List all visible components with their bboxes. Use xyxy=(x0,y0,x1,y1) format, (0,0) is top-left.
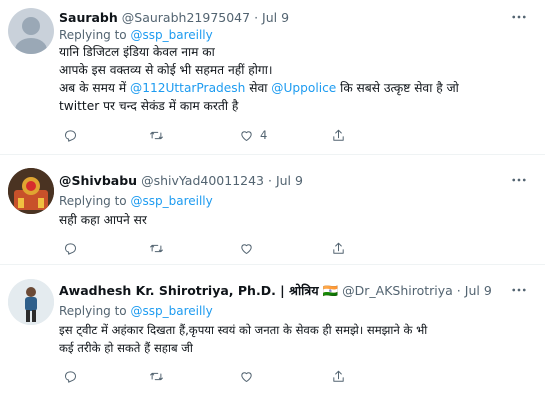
display-name[interactable]: @Shivbabu xyxy=(59,173,137,188)
tweet-date[interactable]: Jul 9 xyxy=(465,283,492,298)
user-handle[interactable]: @shivYad40011243 xyxy=(141,173,264,188)
tweet-text-line-2: आपके इस वक्तव्य से कोई भी सहमत नहीं होगा… xyxy=(59,63,273,77)
retweet-button[interactable] xyxy=(149,367,164,385)
mention-link[interactable]: @Uppolice xyxy=(271,81,336,95)
replying-label: Replying to xyxy=(59,304,127,318)
tweet-actions xyxy=(63,239,483,257)
india-flag-icon: 🇮🇳 xyxy=(322,283,339,298)
retweet-button[interactable] xyxy=(149,126,164,144)
replying-to: Replying to @ssp_bareilly xyxy=(59,27,213,43)
retweet-button[interactable] xyxy=(149,239,164,257)
avatar[interactable] xyxy=(8,168,54,214)
avatar[interactable] xyxy=(8,279,54,325)
share-button[interactable] xyxy=(331,126,346,144)
display-name[interactable]: Awadhesh Kr. Shirotriya, Ph.D. | श्रोत्र… xyxy=(59,283,319,298)
separator-dot: · xyxy=(267,173,272,188)
tweet-text-line-4: twitter पर चन्द सेकंड में काम करती है xyxy=(59,99,239,113)
replying-to: Replying to @ssp_bareilly xyxy=(59,193,213,209)
tweet-date[interactable]: Jul 9 xyxy=(276,173,303,188)
tweet-actions xyxy=(63,367,483,385)
tweet-text-line-1: इस ट्वीट में अहंकार दिखता हैं,कृपया स्वय… xyxy=(59,323,428,337)
more-options-icon[interactable] xyxy=(510,171,528,189)
reply-icon xyxy=(65,129,76,142)
heart-icon xyxy=(241,243,252,254)
tweet-text-line-2: कई तरीके हो सकते हैं सहाब जी xyxy=(59,341,193,355)
more-options-icon[interactable] xyxy=(510,8,528,26)
reply-icon xyxy=(65,242,76,255)
tweet-header: Saurabh @Saurabh21975047 · Jul 9 xyxy=(59,10,289,26)
like-button[interactable]: 4 xyxy=(239,126,267,144)
mention-link[interactable]: @ssp_bareilly xyxy=(130,304,212,318)
profile-photo-icon xyxy=(8,168,54,214)
user-handle[interactable]: @Saurabh21975047 xyxy=(122,10,250,25)
text-fragment: सेवा xyxy=(245,81,272,95)
reply-icon xyxy=(65,370,76,383)
text-fragment: कि सबसे उत्कृष्ट सेवा है जो xyxy=(336,81,459,95)
retweet-icon xyxy=(150,372,163,380)
retweet-icon xyxy=(150,131,163,139)
profile-photo-icon xyxy=(8,279,54,325)
like-count: 4 xyxy=(260,128,268,142)
avatar[interactable] xyxy=(8,8,54,54)
default-avatar-icon xyxy=(15,17,47,54)
mention-link[interactable]: @112UttarPradesh xyxy=(130,81,245,95)
share-button[interactable] xyxy=(331,367,346,385)
heart-icon xyxy=(241,130,252,141)
replying-to: Replying to @ssp_bareilly xyxy=(59,303,213,319)
heart-icon xyxy=(241,371,252,382)
reply-button[interactable] xyxy=(63,239,78,257)
share-button[interactable] xyxy=(331,239,346,257)
share-icon xyxy=(333,242,344,254)
tweet-shivbabu[interactable]: @Shivbabu @shivYad40011243 · Jul 9 Reply… xyxy=(0,155,545,264)
tweet-saurabh[interactable]: Saurabh @Saurabh21975047 · Jul 9 Replyin… xyxy=(0,0,545,152)
mention-link[interactable]: @ssp_bareilly xyxy=(130,28,212,42)
reply-button[interactable] xyxy=(63,367,78,385)
replying-label: Replying to xyxy=(59,28,127,42)
tweet-date[interactable]: Jul 9 xyxy=(262,10,289,25)
retweet-icon xyxy=(150,244,163,252)
tweet-shirotriya[interactable]: Awadhesh Kr. Shirotriya, Ph.D. | श्रोत्र… xyxy=(0,265,545,408)
separator-dot: · xyxy=(456,283,461,298)
user-handle[interactable]: @Dr_AKShirotriya xyxy=(342,283,453,298)
mention-link[interactable]: @ssp_bareilly xyxy=(130,194,212,208)
like-button[interactable] xyxy=(239,239,254,257)
tweet-header: @Shivbabu @shivYad40011243 · Jul 9 xyxy=(59,173,303,189)
replying-label: Replying to xyxy=(59,194,127,208)
tweet-text-line-1: यानि डिजिटल इंडिया केवल नाम का xyxy=(59,45,215,59)
share-icon xyxy=(333,370,344,382)
reply-button[interactable] xyxy=(63,126,78,144)
more-options-icon[interactable] xyxy=(510,281,528,299)
share-icon xyxy=(333,129,344,141)
tweet-text-line-3: अब के समय में @112UttarPradesh सेवा @Upp… xyxy=(59,80,459,96)
separator-dot: · xyxy=(254,10,259,25)
tweet-actions: 4 xyxy=(63,126,483,144)
text-fragment: अब के समय में xyxy=(59,81,131,95)
tweet-header: Awadhesh Kr. Shirotriya, Ph.D. | श्रोत्र… xyxy=(59,283,492,299)
like-button[interactable] xyxy=(239,367,254,385)
display-name[interactable]: Saurabh xyxy=(59,10,118,25)
tweet-text-line-1: सही कहा आपने सर xyxy=(59,213,147,227)
